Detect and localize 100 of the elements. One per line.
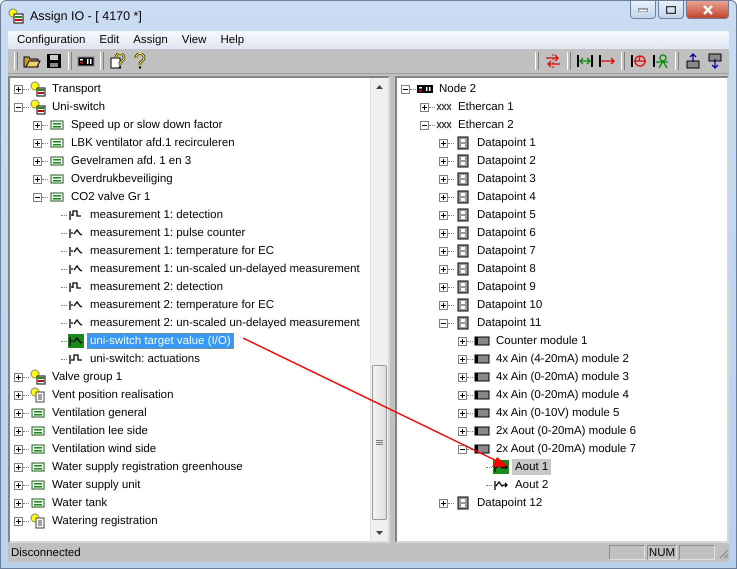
tree-item[interactable]: Aout 2 [512, 477, 552, 493]
scroll-down-icon[interactable] [376, 530, 383, 534]
tree-item[interactable]: Uni-switch [49, 99, 108, 115]
tree-item[interactable]: measurement 2: temperature for EC [87, 297, 278, 313]
scrollbar[interactable] [370, 78, 388, 541]
expand-button[interactable] [33, 156, 42, 166]
tree-item[interactable]: Valve group 1 [49, 369, 126, 385]
expand-button[interactable] [439, 498, 448, 508]
datapoint-icon [455, 279, 471, 295]
expand-button[interactable] [14, 408, 23, 418]
collapse-button[interactable] [14, 102, 23, 112]
tree-item[interactable]: CO2 valve Gr 1 [68, 189, 154, 205]
expand-button[interactable] [458, 372, 467, 382]
close-button[interactable] [686, 1, 729, 19]
tree-item[interactable]: Water tank [49, 495, 110, 511]
menu-item[interactable]: Help [213, 34, 252, 46]
tree-item[interactable]: Datapoint 7 [474, 243, 539, 259]
tree-item[interactable]: Datapoint 6 [474, 225, 539, 241]
tree-item[interactable]: 4x Ain (0-20mA) module 3 [493, 369, 632, 385]
expand-button[interactable] [14, 390, 23, 400]
expand-button[interactable] [439, 300, 448, 310]
expand-button[interactable] [33, 138, 42, 148]
tree-item[interactable]: Datapoint 3 [474, 171, 539, 187]
tree-item[interactable]: 4x Ain (0-20mA) module 4 [493, 387, 632, 403]
tree-item[interactable]: 2x Aout (0-20mA) module 6 [493, 423, 639, 439]
minimize-button[interactable] [630, 1, 656, 19]
expand-button[interactable] [14, 498, 23, 508]
tree-item[interactable]: Datapoint 1 [474, 135, 539, 151]
menu-item[interactable]: View [174, 34, 214, 46]
tree-item[interactable]: Gevelramen afd. 1 en 3 [68, 153, 194, 169]
tree-item[interactable]: uni-switch: actuations [87, 351, 203, 367]
menu-item[interactable]: Edit [92, 34, 126, 46]
datapoint-icon [455, 171, 471, 187]
tree-item[interactable]: 2x Aout (0-20mA) module 7 [493, 441, 639, 457]
tree-item[interactable]: Ethercan 1 [455, 99, 517, 115]
tree-item[interactable]: Datapoint 5 [474, 207, 539, 223]
tree-item[interactable]: Counter module 1 [493, 333, 590, 349]
scroll-up-icon[interactable] [376, 84, 383, 88]
tree-item[interactable]: 4x Ain (0-10V) module 5 [493, 405, 622, 421]
tree-item[interactable]: Datapoint 8 [474, 261, 539, 277]
tree-item[interactable]: Datapoint 12 [474, 495, 546, 511]
collapse-button[interactable] [458, 444, 467, 454]
tree-item[interactable]: measurement 1: detection [87, 207, 226, 223]
expand-button[interactable] [439, 282, 448, 292]
tree-item[interactable]: Node 2 [436, 81, 480, 97]
expand-button[interactable] [14, 516, 23, 526]
tree-item[interactable]: Datapoint 4 [474, 189, 539, 205]
tree-item[interactable]: LBK ventilator afd.1 recirculeren [68, 135, 238, 151]
collapse-button[interactable] [439, 318, 448, 328]
expand-button[interactable] [14, 444, 23, 454]
expand-button[interactable] [14, 480, 23, 490]
tree-item[interactable]: Ventilation general [49, 405, 150, 421]
expand-button[interactable] [439, 210, 448, 220]
maximize-button[interactable] [658, 1, 684, 19]
expand-button[interactable] [439, 156, 448, 166]
expand-button[interactable] [14, 426, 23, 436]
expand-button[interactable] [439, 192, 448, 202]
tree-item[interactable]: Water supply unit [49, 477, 144, 493]
expand-button[interactable] [439, 174, 448, 184]
tree-item[interactable]: Datapoint 2 [474, 153, 539, 169]
expand-button[interactable] [458, 390, 467, 400]
expand-button[interactable] [439, 228, 448, 238]
collapse-button[interactable] [33, 192, 42, 202]
expand-button[interactable] [14, 84, 23, 94]
collapse-button[interactable] [401, 84, 410, 94]
tree-item[interactable]: Vent position realisation [49, 387, 176, 403]
tree-item[interactable]: Ventilation wind side [49, 441, 160, 457]
menu-item[interactable]: Configuration [10, 34, 92, 46]
expand-button[interactable] [420, 102, 429, 112]
expand-button[interactable] [439, 264, 448, 274]
tree-item[interactable]: 4x Ain (4-20mA) module 2 [493, 351, 632, 367]
expand-button[interactable] [14, 372, 23, 382]
tree-item[interactable]: measurement 2: detection [87, 279, 226, 295]
tree-item[interactable]: Watering registration [49, 513, 161, 529]
expand-button[interactable] [458, 408, 467, 418]
tree-item[interactable]: Transport [49, 81, 104, 97]
expand-button[interactable] [33, 120, 42, 130]
tree-item[interactable]: Overdrukbeveiliging [68, 171, 176, 187]
tree-item[interactable]: Datapoint 11 [474, 315, 544, 331]
expand-button[interactable] [458, 354, 467, 364]
expand-button[interactable] [439, 246, 448, 256]
tree-item[interactable]: measurement 1: un-scaled un-delayed measurement [87, 261, 363, 277]
tree-item[interactable]: Aout 1 [512, 459, 552, 475]
tree-item[interactable]: Ethercan 2 [455, 117, 517, 133]
tree-item[interactable]: measurement 2: un-scaled un-delayed measurement [87, 315, 363, 331]
menu-item[interactable]: Assign [126, 34, 175, 46]
tree-item[interactable]: Datapoint 9 [474, 279, 539, 295]
expand-button[interactable] [458, 336, 467, 346]
expand-button[interactable] [33, 174, 42, 184]
tree-item[interactable]: Ventilation lee side [49, 423, 151, 439]
tree-item[interactable]: Speed up or slow down factor [68, 117, 226, 133]
bulb-icon [30, 99, 46, 115]
tree-item[interactable]: measurement 1: pulse counter [87, 225, 248, 241]
tree-item[interactable]: measurement 1: temperature for EC [87, 243, 278, 259]
expand-button[interactable] [439, 138, 448, 148]
collapse-button[interactable] [420, 120, 429, 130]
expand-button[interactable] [14, 462, 23, 472]
expand-button[interactable] [458, 426, 467, 436]
tree-item[interactable]: Water supply registration greenhouse [49, 459, 246, 475]
tree-item[interactable]: Datapoint 10 [474, 297, 546, 313]
